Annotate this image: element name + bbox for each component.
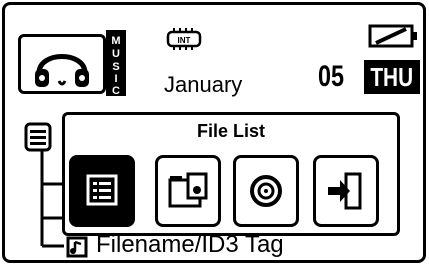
folder-icon [24,122,52,152]
svg-text:C: C [112,85,120,96]
storage-badge-text: INT [178,36,191,45]
folder-file-icon [168,172,208,208]
option-folder-file[interactable] [155,155,221,227]
mode-indicator [18,34,106,94]
svg-text:U: U [112,48,120,60]
file-list-popup: File List [62,112,400,236]
date-weekday: THU [364,60,420,94]
music-file-icon [66,236,88,258]
music-mode-badge: M U S I C [106,30,126,97]
date-day: 05 [318,60,345,93]
svg-text:S: S [112,61,119,73]
footer-label: Filename/ID3 Tag [96,231,284,258]
battery-empty-icon [368,24,417,48]
list-view-icon [86,174,118,206]
option-list-view[interactable] [69,155,135,227]
memory-chip-icon: INT [166,28,202,50]
headphones-icon [35,54,89,87]
svg-text:M: M [111,35,120,47]
exit-icon [328,172,362,210]
date-month: January [164,72,243,97]
option-disc[interactable] [233,155,299,227]
svg-text:I: I [114,73,117,85]
disc-icon [250,175,282,207]
option-exit[interactable] [313,155,379,227]
popup-title: File List [196,121,265,141]
